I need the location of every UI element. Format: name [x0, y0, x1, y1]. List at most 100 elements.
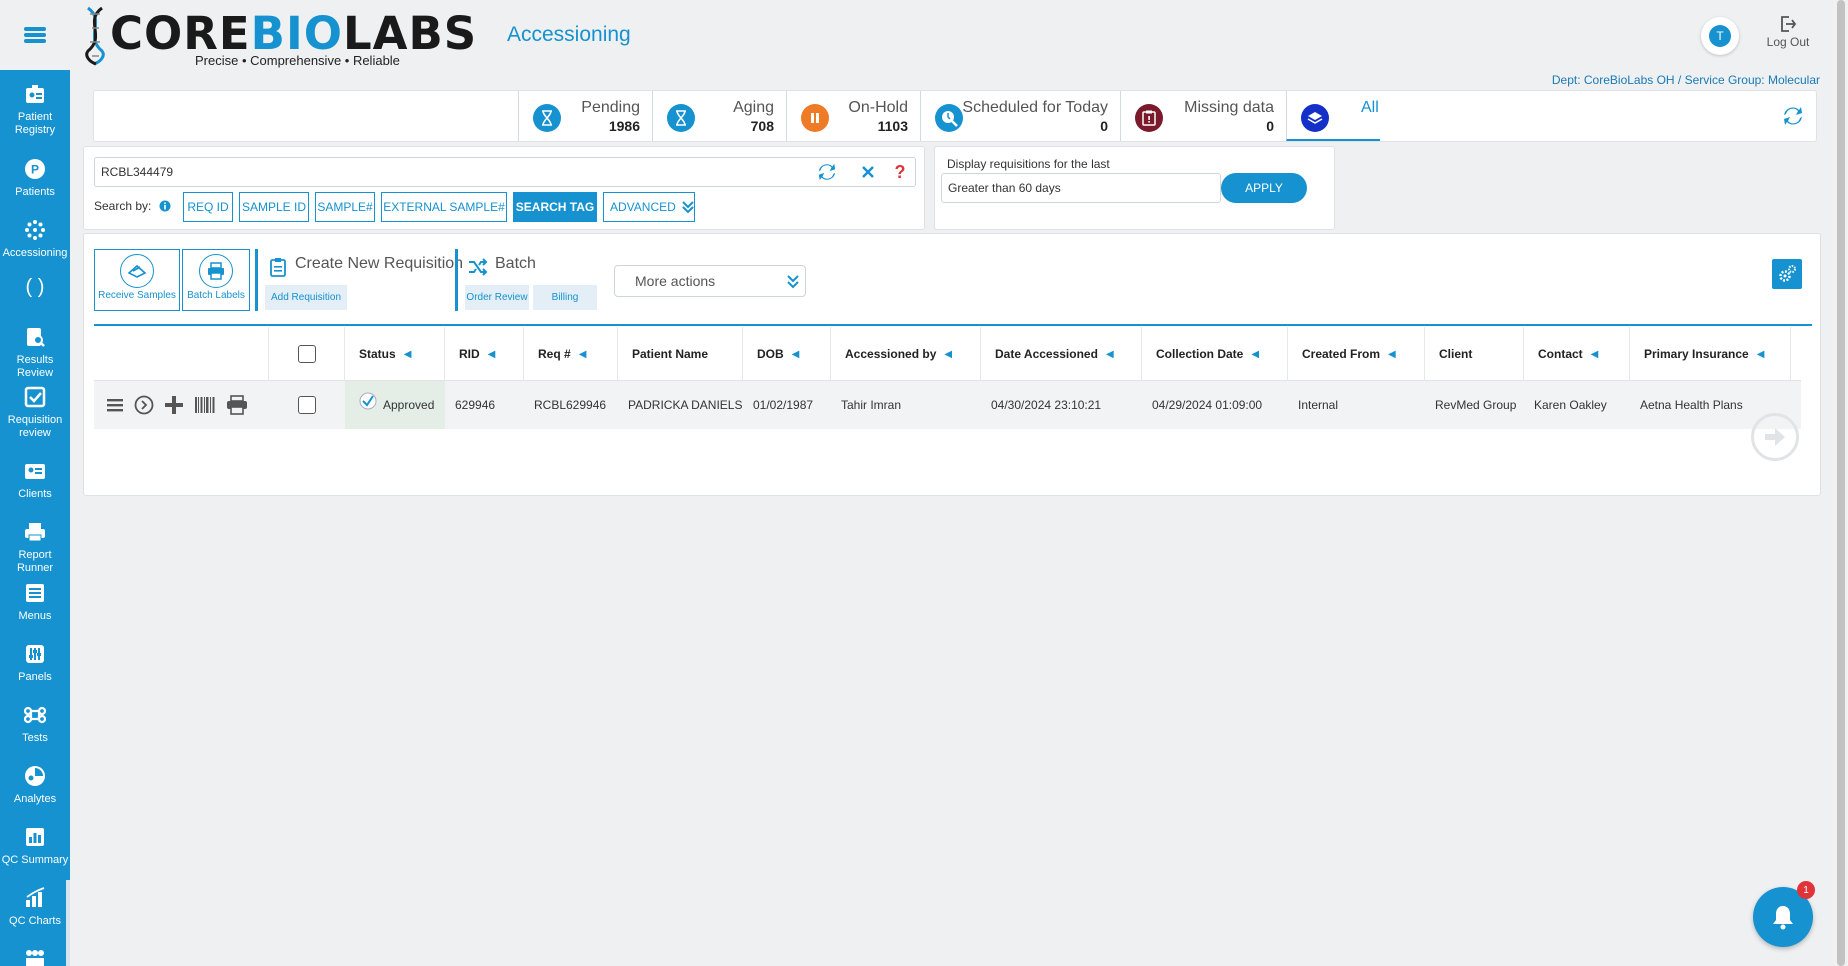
clear-search-button[interactable] [857, 161, 879, 183]
status-all[interactable]: All [1286, 91, 1380, 141]
search-input[interactable] [94, 157, 916, 187]
command-icon [24, 706, 46, 724]
date-range-select[interactable] [941, 173, 1221, 203]
more-actions-dropdown[interactable]: More actions [614, 265, 806, 297]
order-review-button[interactable]: Order Review [465, 285, 529, 310]
column-header-status[interactable]: Status ◀ [345, 327, 445, 381]
page-scrollbar[interactable] [1834, 0, 1848, 966]
plus-icon[interactable] [164, 395, 184, 415]
search-by-sample-id[interactable]: SAMPLE ID [239, 192, 309, 222]
barcode-icon[interactable] [194, 396, 216, 414]
sidebar: Patient Registry P Patients Accessioning… [0, 0, 70, 966]
apply-button[interactable]: APPLY [1221, 173, 1307, 203]
sidebar-item-tests[interactable]: Tests [0, 704, 70, 745]
refresh-search-button[interactable] [816, 161, 838, 183]
table-header-row: Status ◀ RID ◀ Req # ◀ Patient Name DOB ◀ Ac… [94, 327, 1801, 381]
sidebar-item-parentheses[interactable]: ( ) [0, 276, 70, 298]
column-header-collection-date[interactable]: Collection Date ◀ [1142, 327, 1288, 381]
receive-samples-icon [120, 254, 154, 288]
search-by-search-tag[interactable]: SEARCH TAG [513, 192, 597, 222]
sort-icon: ◀ [403, 348, 412, 360]
status-scheduled-today[interactable]: Scheduled for Today 0 [920, 91, 1120, 141]
column-header-primary-insurance[interactable]: Primary Insurance ◀ [1630, 327, 1791, 381]
select-all-checkbox[interactable] [297, 345, 316, 363]
column-header-client[interactable]: Client [1425, 327, 1524, 381]
sidebar-item-report-runner[interactable]: Report Runner [0, 521, 70, 575]
search-by-external-sample[interactable]: EXTERNAL SAMPLE# [381, 192, 507, 222]
batch-labels-button[interactable]: Batch Labels [182, 249, 250, 311]
user-avatar[interactable]: T [1701, 17, 1739, 55]
sidebar-scrollbar[interactable] [66, 880, 70, 966]
sidebar-item-more[interactable] [0, 948, 70, 966]
sidebar-item-panels[interactable]: Panels [0, 643, 70, 684]
panels-icon [26, 645, 44, 663]
refresh-icon[interactable] [1782, 105, 1804, 127]
column-header-contact[interactable]: Contact ◀ [1524, 327, 1630, 381]
create-requisition-label[interactable]: Create New Requisition [295, 255, 463, 273]
refresh-icon [818, 163, 836, 181]
billing-button[interactable]: Billing [533, 285, 597, 310]
sidebar-item-label: Tests [22, 732, 48, 744]
next-arrow-button[interactable] [1751, 413, 1799, 461]
status-count: 1986 [608, 118, 640, 134]
table-settings-button[interactable] [1772, 259, 1802, 289]
menu-toggle-button[interactable] [0, 0, 70, 70]
hourglass-icon [533, 104, 561, 132]
rid-cell: 629946 [455, 398, 496, 412]
layers-icon [1301, 104, 1329, 132]
column-header-accessioned-by[interactable]: Accessioned by ◀ [831, 327, 981, 381]
sidebar-item-qc-charts[interactable]: QC Charts [0, 887, 70, 928]
sidebar-item-requisition-review[interactable]: Requisition review [0, 386, 70, 440]
accessioning-icon [25, 220, 45, 240]
sidebar-item-qc-summary[interactable]: QC Summary [0, 826, 70, 867]
logout-button[interactable]: Log Out [1760, 15, 1816, 49]
column-label: Req # [538, 347, 571, 361]
sidebar-item-patient-registry[interactable]: Patient Registry [0, 83, 70, 137]
status-aging[interactable]: Aging 708 [652, 91, 786, 141]
bar-chart-icon [26, 828, 44, 846]
scrollbar-thumb[interactable] [1837, 0, 1845, 966]
sidebar-item-label: QC Summary [1, 854, 69, 866]
row-checkbox[interactable] [298, 396, 316, 414]
advanced-search-button[interactable]: ADVANCED [603, 192, 695, 222]
column-header-date-accessioned[interactable]: Date Accessioned ◀ [981, 327, 1142, 381]
batch-label[interactable]: Batch [495, 255, 536, 273]
sidebar-item-label: Requisition review [7, 414, 63, 439]
status-onhold[interactable]: On-Hold 1103 [786, 91, 920, 141]
status-count: 0 [1266, 118, 1274, 134]
patient-name-cell[interactable]: PADRICKA DANIELS [618, 381, 743, 429]
table-row[interactable]: Approved 629946 RCBL629946 PADRICKA DANI… [94, 381, 1801, 429]
column-header-dob[interactable]: DOB ◀ [743, 327, 831, 381]
sidebar-item-menus[interactable]: Menus [0, 582, 70, 623]
column-header-rid[interactable]: RID ◀ [445, 327, 524, 381]
printer-icon[interactable] [226, 395, 248, 415]
sidebar-item-clients[interactable]: Clients [0, 460, 70, 501]
column-header-created-from[interactable]: Created From ◀ [1288, 327, 1425, 381]
sort-icon: ◀ [791, 348, 800, 360]
close-icon [862, 166, 874, 178]
search-by-req-id[interactable]: REQ ID [183, 192, 233, 222]
sidebar-item-results-review[interactable]: Results Review [0, 326, 70, 380]
row-select-cell [269, 381, 345, 429]
status-label: On-Hold [848, 99, 908, 116]
req-cell[interactable]: RCBL629946 [524, 381, 618, 429]
sidebar-item-analytes[interactable]: Analytes [0, 765, 70, 806]
column-header-req[interactable]: Req # ◀ [524, 327, 618, 381]
play-circle-icon[interactable] [134, 395, 154, 415]
sidebar-item-accessioning[interactable]: Accessioning [0, 219, 70, 260]
sidebar-item-label: Report Runner [16, 549, 54, 574]
row-menu-icon[interactable] [106, 397, 124, 413]
status-pending[interactable]: Pending 1986 [518, 91, 652, 141]
actions-column-header [94, 327, 269, 381]
search-by-sample-number[interactable]: SAMPLE# [315, 192, 375, 222]
arrow-right-icon [1765, 428, 1785, 446]
sort-icon: ◀ [1756, 348, 1765, 360]
status-missing-data[interactable]: Missing data 0 [1120, 91, 1286, 141]
column-label: Patient Name [632, 347, 709, 361]
add-requisition-button[interactable]: Add Requisition [265, 285, 347, 310]
help-button[interactable]: ? [889, 161, 911, 183]
sidebar-item-patients[interactable]: P Patients [0, 158, 70, 199]
receive-samples-button[interactable]: Receive Samples [94, 249, 180, 311]
pause-icon [801, 104, 829, 132]
column-header-patient-name[interactable]: Patient Name [618, 327, 743, 381]
